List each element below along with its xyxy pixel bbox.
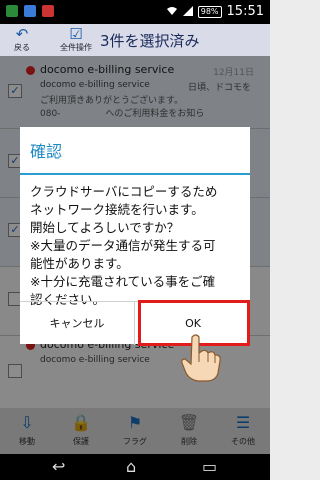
app-bar: ↶ 戻る ☑ 全件操作 3件を選択済み xyxy=(0,24,270,56)
select-all-label: 全件操作 xyxy=(60,43,92,52)
system-nav-bar: ↩ ⌂ ▭ xyxy=(0,454,270,480)
select-all-button[interactable]: ☑ 全件操作 xyxy=(58,26,94,53)
dialog-message-line: ※十分に充電されている事をご確 xyxy=(30,274,216,289)
checklist-icon: ☑ xyxy=(69,25,83,43)
dialog-message-line: 能性があります。 xyxy=(30,256,129,271)
sync-notification-icon xyxy=(24,5,36,17)
wifi-icon xyxy=(166,5,178,19)
dialog-message-line: クラウドサーバにコピーするため xyxy=(30,184,218,199)
back-arrow-icon: ↶ xyxy=(15,25,29,43)
signal-icon xyxy=(182,5,193,19)
dialog-header: 確認 xyxy=(20,127,250,175)
app-notification-icon xyxy=(42,5,54,17)
battery-indicator: 98% xyxy=(197,5,222,18)
dialog-title: 確認 xyxy=(30,142,63,161)
nav-recents-icon[interactable]: ▭ xyxy=(202,457,217,477)
back-button[interactable]: ↶ 戻る xyxy=(8,26,36,53)
dialog-message-line: ※大量のデータ通信が発生する可 xyxy=(30,238,216,253)
status-bar: 98% 15:51 xyxy=(0,0,270,24)
dialog-message-line: ネットワーク接続を行います。 xyxy=(30,202,204,217)
dialog-message-line: 開始してよろしいですか？ xyxy=(30,220,180,235)
dialog-message: クラウドサーバにコピーするため ネットワーク接続を行います。 開始してよろしいで… xyxy=(30,183,244,309)
nav-back-icon[interactable]: ↩ xyxy=(52,457,65,477)
nav-home-icon[interactable]: ⌂ xyxy=(126,457,136,477)
cancel-button[interactable]: キャンセル xyxy=(20,302,135,345)
page-title: 3件を選択済み xyxy=(100,32,200,50)
back-label: 戻る xyxy=(14,43,30,52)
clock: 15:51 xyxy=(226,4,264,19)
pointing-hand-icon xyxy=(178,333,222,383)
mail-notification-icon xyxy=(6,5,18,17)
